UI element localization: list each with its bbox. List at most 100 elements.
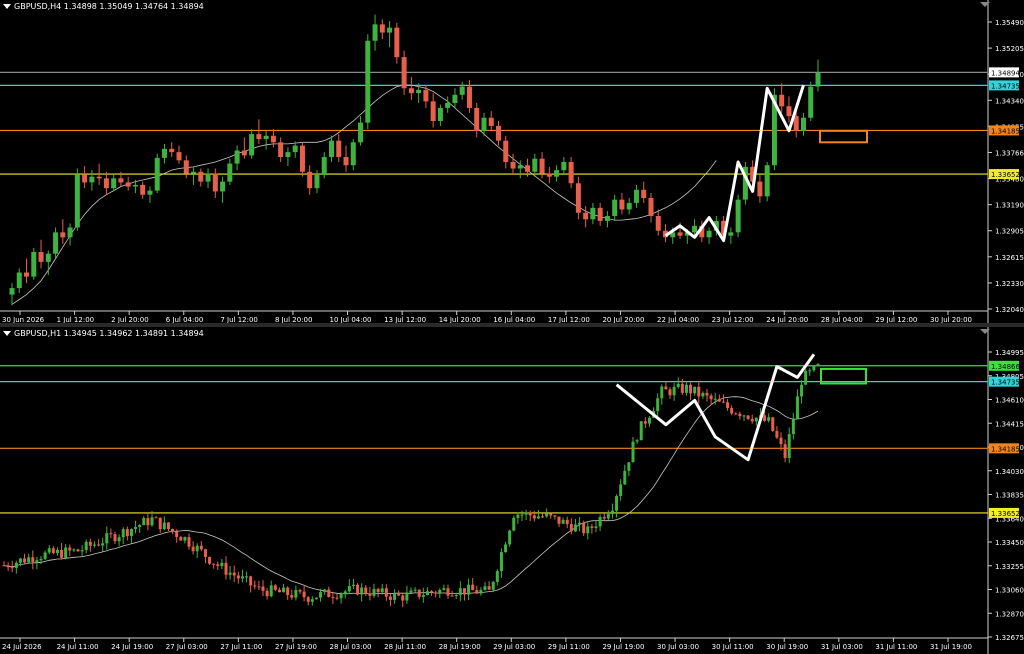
time-tick-label: 28 Jul 19:00 <box>439 643 481 651</box>
candle-body <box>118 178 124 183</box>
candle-body <box>158 517 162 530</box>
candle-body <box>479 589 483 594</box>
level-price-label: 1.34894 <box>991 69 1020 77</box>
price-tick-label: 1.34995 <box>995 349 1024 357</box>
zone-box[interactable] <box>819 129 868 144</box>
candle-body <box>746 415 750 419</box>
candle-body <box>306 597 310 602</box>
candle-body <box>561 519 565 524</box>
candle-body <box>598 516 602 527</box>
price-tick-label: 1.33450 <box>995 539 1024 547</box>
candle-body <box>249 134 255 156</box>
candle-body <box>45 253 51 262</box>
candle-body <box>615 496 619 511</box>
time-tick-label: 17 Jul 12:00 <box>548 316 590 323</box>
zigzag-indicator-line[interactable] <box>664 84 805 243</box>
time-tick-label: 24 Jul 20:00 <box>766 316 808 323</box>
candle-body <box>701 392 705 397</box>
candle-body <box>709 395 713 400</box>
candle-body <box>546 173 552 177</box>
candle-body <box>138 525 142 528</box>
zigzag-indicator-line[interactable] <box>615 353 816 462</box>
candle-body <box>328 140 334 158</box>
candle-body <box>413 589 417 591</box>
price-tick-label: 1.34030 <box>995 468 1024 476</box>
candle-body <box>60 232 66 238</box>
candle-body <box>364 587 368 594</box>
candle-body <box>604 216 610 221</box>
candle-body <box>726 402 730 409</box>
price-tick-label: 1.34610 <box>995 397 1024 405</box>
candle-body <box>401 57 407 89</box>
candle-body <box>205 173 211 182</box>
level-price-label: 1.34735 <box>991 82 1020 90</box>
candle-body <box>812 365 816 371</box>
chart-menu-triangle-icon[interactable] <box>3 331 11 336</box>
time-tick-label: 7 Jul 12:00 <box>220 316 258 323</box>
candle-body <box>557 516 561 524</box>
candle-body <box>387 27 393 33</box>
time-tick-label: 14 Jul 20:00 <box>439 316 481 323</box>
candle-body <box>445 102 451 108</box>
candle-body <box>771 417 775 431</box>
price-tick-label: 1.32675 <box>995 634 1024 642</box>
candle-body <box>113 534 117 542</box>
h1-chart-panel[interactable]: 1.349951.348051.346101.344151.342201.340… <box>0 327 1024 654</box>
candle-body <box>742 415 746 417</box>
candle-body <box>510 161 516 169</box>
candle-body <box>55 549 59 554</box>
candle-body <box>590 526 594 528</box>
candle-body <box>27 557 31 563</box>
level-price-label: 1.34185 <box>991 127 1020 135</box>
candle-body <box>125 529 129 537</box>
h1-chart-canvas[interactable]: 1.349951.348051.346101.344151.342201.340… <box>0 327 1024 654</box>
time-tick-label: 23 Jul 12:00 <box>712 316 754 323</box>
time-tick-label: 29 Jul 03:00 <box>493 643 535 651</box>
h4-chart-canvas[interactable]: 1.354901.352051.346301.343401.340551.337… <box>0 0 1024 323</box>
h4-symbol-quote: GBPUSD,H4 1.34898 1.35049 1.34764 1.3489… <box>14 2 204 11</box>
candle-body <box>808 86 814 118</box>
time-tick-label: 6 Jul 04:00 <box>166 316 204 323</box>
time-tick-label: 29 Jul 12:00 <box>875 316 917 323</box>
candle-body <box>146 518 150 526</box>
candle-body <box>285 152 291 158</box>
candle-body <box>321 157 327 176</box>
candle-body <box>656 398 660 412</box>
candle-body <box>125 182 131 187</box>
candle-body <box>277 589 281 593</box>
candle-body <box>358 122 364 143</box>
price-tick-label: 1.33835 <box>995 492 1024 500</box>
candle-body <box>459 86 465 95</box>
candle-body <box>68 547 72 551</box>
candle-body <box>154 517 158 519</box>
candle-body <box>224 562 228 575</box>
candle-body <box>228 572 232 575</box>
candle-body <box>331 597 335 599</box>
candle-body <box>619 199 625 210</box>
candle-body <box>67 227 73 238</box>
candle-body <box>474 107 480 131</box>
candle-body <box>257 586 261 588</box>
level-price-label: 1.33652 <box>991 510 1020 518</box>
time-tick-label: 30 Jun 2026 <box>2 316 45 323</box>
candle-body <box>446 588 450 596</box>
time-tick-label: 27 Jul 11:00 <box>220 643 262 651</box>
chart-menu-triangle-icon[interactable] <box>3 4 11 9</box>
h4-chart-panel[interactable]: 1.354901.352051.346301.343401.340551.337… <box>0 0 1024 323</box>
candle-body <box>351 584 355 587</box>
price-tick-label: 1.32040 <box>995 306 1024 314</box>
candle-body <box>475 590 479 594</box>
candle-body <box>532 515 536 519</box>
candle-body <box>292 145 298 153</box>
candle-body <box>379 24 385 33</box>
candle-body <box>754 417 758 422</box>
time-tick-label: 2 Jul 20:00 <box>111 316 149 323</box>
candle-body <box>150 517 154 526</box>
candle-body <box>541 516 545 518</box>
candle-body <box>672 387 676 396</box>
candle-body <box>693 386 697 394</box>
candle-body <box>134 527 138 530</box>
candle-body <box>512 517 516 531</box>
time-tick-label: 22 Jul 04:00 <box>657 316 699 323</box>
candle-body <box>53 232 59 254</box>
